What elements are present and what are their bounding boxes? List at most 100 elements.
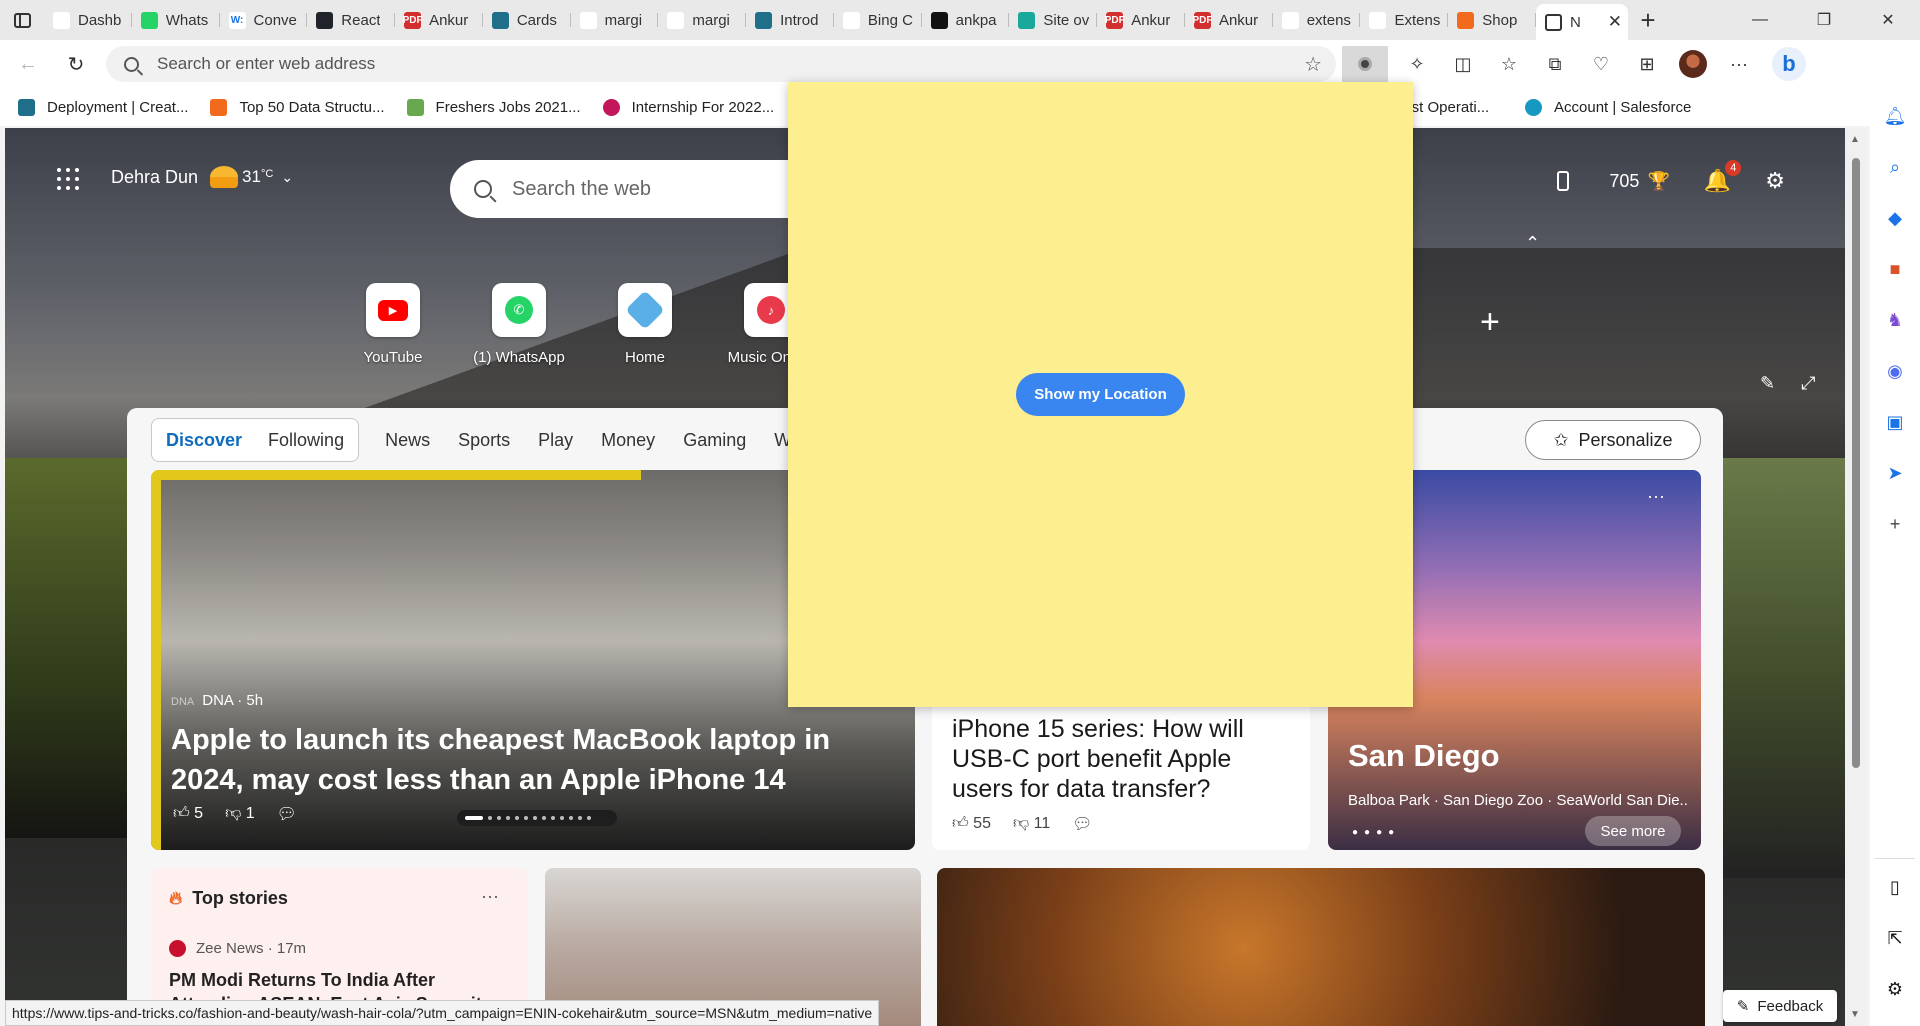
refresh-button[interactable]: ↻ — [56, 46, 96, 82]
bookmark-item[interactable]: Internship For 2022... — [602, 98, 774, 116]
tab[interactable]: Bing C — [834, 4, 922, 36]
address-bar[interactable]: Search or enter web address ☆ — [106, 46, 1336, 82]
performance-icon[interactable]: ♡ — [1578, 46, 1624, 82]
workspaces-icon[interactable]: ⊞ — [1624, 46, 1670, 82]
close-window-button[interactable]: ✕ — [1856, 0, 1920, 40]
extension-button-active[interactable] — [1342, 46, 1388, 82]
tab[interactable]: React — [307, 4, 395, 36]
settings-gear-icon[interactable]: ⚙ — [1765, 168, 1785, 194]
weather-widget[interactable]: Dehra Dun 31 °C ⌄ — [111, 166, 293, 188]
article-headline[interactable]: iPhone 15 series: How will USB-C port be… — [952, 714, 1282, 804]
tab[interactable]: Dashb — [44, 4, 132, 36]
tab[interactable]: W: Conve — [220, 4, 308, 36]
tab[interactable]: Site ov — [1009, 4, 1097, 36]
bookmark-item[interactable]: List Operati... — [1400, 99, 1489, 116]
microsoft-365-icon[interactable]: ◉ — [1881, 357, 1909, 385]
tab-actions-button[interactable] — [0, 0, 44, 40]
close-tab-icon[interactable]: ✕ — [1602, 12, 1622, 32]
bookmark-item[interactable]: Top 50 Data Structu... — [210, 98, 385, 116]
bing-copilot-icon[interactable]: b — [1772, 47, 1806, 81]
tab[interactable]: margi — [571, 4, 659, 36]
edit-background-icon[interactable]: ✎ — [1760, 373, 1775, 394]
feed-tab-gaming[interactable]: Gaming — [683, 430, 746, 451]
tab[interactable]: extens — [1273, 4, 1361, 36]
like-button[interactable]: 👍︎ 5 — [173, 804, 203, 824]
scrollbar-thumb[interactable] — [1852, 158, 1860, 768]
collections-icon[interactable]: ⧉ — [1532, 46, 1578, 82]
tab[interactable]: Cards — [483, 4, 571, 36]
favorite-star-icon[interactable]: ☆ — [1304, 52, 1322, 77]
image-news-card[interactable] — [937, 868, 1705, 1026]
trophy-icon[interactable]: 🏆 — [1647, 171, 1669, 192]
carousel-dots[interactable]: ●●●● — [1352, 827, 1400, 838]
bookmark-item[interactable]: Deployment | Creat... — [18, 98, 188, 116]
app-launcher-icon[interactable] — [57, 168, 79, 190]
more-menu-icon[interactable]: ··· — [1716, 46, 1762, 82]
dislike-button[interactable]: 👎︎ 11 — [1013, 814, 1050, 834]
profile-button[interactable] — [1670, 46, 1716, 82]
expand-icon[interactable]: ⤢ — [1801, 373, 1815, 394]
sidebar-settings-gear-icon[interactable]: ⚙ — [1881, 975, 1909, 1003]
tab[interactable]: Introd — [746, 4, 834, 36]
quick-link-youtube[interactable]: ▶ YouTube — [330, 283, 456, 366]
tab[interactable]: PDF Ankur — [1097, 4, 1185, 36]
tab[interactable]: margi — [658, 4, 746, 36]
favorites-icon[interactable]: ☆ — [1486, 46, 1532, 82]
feed-tab-news[interactable]: News — [385, 430, 430, 451]
tools-briefcase-icon[interactable]: ■ — [1881, 255, 1909, 283]
outlook-icon[interactable]: ▣ — [1881, 408, 1909, 436]
phone-icon[interactable] — [1557, 171, 1570, 191]
tab-active[interactable]: N ✕ — [1536, 4, 1628, 40]
bookmark-item[interactable]: Account | Salesforce — [1525, 98, 1691, 116]
tab[interactable]: Extens — [1360, 4, 1449, 36]
extensions-puzzle-icon[interactable]: ✧ — [1394, 46, 1440, 82]
carousel-dots[interactable] — [457, 810, 617, 826]
weather-icon — [210, 166, 239, 188]
tab[interactable]: Whats — [132, 4, 220, 36]
maximize-button[interactable]: ❐ — [1792, 0, 1856, 40]
search-icon[interactable]: ⌕ — [1881, 153, 1909, 181]
split-screen-icon[interactable]: ◫ — [1440, 46, 1486, 82]
shopping-tag-icon[interactable]: ◆ — [1881, 204, 1909, 232]
scroll-up-arrow[interactable]: ▲ — [1850, 134, 1860, 145]
add-quick-link-icon[interactable]: + — [1480, 303, 1500, 342]
external-link-icon[interactable]: ⇱ — [1881, 924, 1909, 952]
like-button[interactable]: 👍︎ 55 — [952, 814, 991, 834]
notifications-icon[interactable]: 🔔︎ — [1881, 102, 1909, 130]
page-scrollbar[interactable]: ▲ ▼ — [1845, 128, 1867, 1026]
tab[interactable]: ankpa — [922, 4, 1010, 36]
quick-link-home[interactable]: Home — [582, 283, 708, 366]
tab[interactable]: PDF Ankur — [395, 4, 483, 36]
feed-tab-money[interactable]: Money — [601, 430, 655, 451]
comment-icon[interactable]: 💬︎ — [277, 804, 297, 824]
rewards-points[interactable]: 705 — [1609, 171, 1639, 192]
article-headline[interactable]: Apple to launch its cheapest MacBook lap… — [171, 720, 851, 800]
feed-tab-following[interactable]: Following — [268, 430, 344, 451]
comment-icon[interactable]: 💬︎ — [1072, 814, 1092, 834]
scroll-down-arrow[interactable]: ▼ — [1850, 1009, 1860, 1020]
hide-sidebar-icon[interactable]: ▯ — [1881, 873, 1909, 901]
bookmark-item[interactable]: Freshers Jobs 2021... — [406, 98, 581, 116]
see-more-button[interactable]: See more — [1585, 816, 1681, 846]
tab[interactable]: Shop — [1448, 4, 1536, 36]
search-icon — [474, 180, 492, 198]
more-options-icon[interactable]: ··· — [1647, 486, 1665, 507]
drop-send-icon[interactable]: ➤ — [1881, 459, 1909, 487]
feed-tab-play[interactable]: Play — [538, 430, 573, 451]
back-button[interactable]: ← — [8, 46, 48, 82]
feed-tab-discover[interactable]: Discover — [166, 430, 242, 451]
show-location-button[interactable]: Show my Location — [1016, 373, 1185, 416]
dislike-button[interactable]: 👎︎ 1 — [225, 804, 255, 824]
feed-tab-sports[interactable]: Sports — [458, 430, 510, 451]
new-tab-button[interactable]: + — [1628, 4, 1668, 36]
add-sidebar-app-icon[interactable]: + — [1881, 510, 1909, 538]
minimize-button[interactable]: — — [1728, 0, 1792, 40]
tab[interactable]: PDF Ankur — [1185, 4, 1273, 36]
notifications-bell-icon[interactable]: 🔔 4 — [1704, 160, 1742, 194]
games-icon[interactable]: ♞ — [1881, 306, 1909, 334]
feedback-button[interactable]: ✎ Feedback — [1723, 990, 1837, 1022]
collapse-caret-icon[interactable]: ⌃ — [1525, 233, 1540, 254]
personalize-button[interactable]: ✩ Personalize — [1525, 420, 1701, 460]
more-options-icon[interactable]: ··· — [481, 886, 499, 907]
quick-link-whatsapp[interactable]: ✆ (1) WhatsApp — [456, 283, 582, 366]
